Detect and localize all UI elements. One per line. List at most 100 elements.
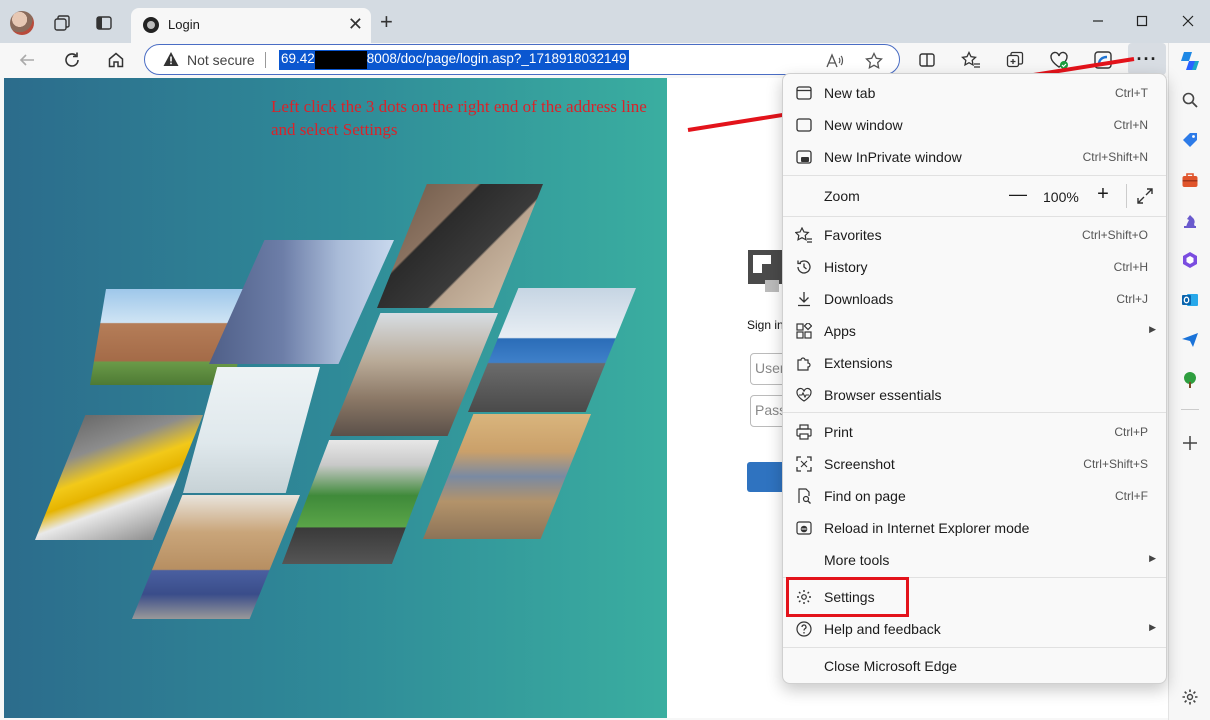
favorites-icon bbox=[795, 226, 813, 244]
office-tower-photo bbox=[209, 240, 394, 364]
zoom-in-button[interactable]: + bbox=[1093, 184, 1113, 205]
split-screen-icon[interactable] bbox=[914, 47, 940, 73]
security-status[interactable]: Not secure bbox=[187, 52, 255, 68]
menu-shortcut: Ctrl+Shift+N bbox=[1082, 150, 1148, 164]
workspaces-icon[interactable] bbox=[50, 11, 74, 35]
menu-new-inprivate[interactable]: New InPrivate window Ctrl+Shift+N bbox=[783, 141, 1166, 173]
favorite-star-icon[interactable] bbox=[864, 51, 884, 71]
menu-label: Close Microsoft Edge bbox=[824, 658, 958, 674]
ie-mode-icon bbox=[795, 519, 813, 537]
menu-label: New tab bbox=[824, 85, 876, 101]
menu-zoom: Zoom — 100% + bbox=[783, 180, 1166, 212]
new-window-icon bbox=[795, 116, 813, 134]
collections-icon[interactable] bbox=[1002, 47, 1028, 73]
menu-label: Print bbox=[824, 424, 853, 440]
window-close-icon[interactable] bbox=[1168, 8, 1208, 34]
menu-label: Favorites bbox=[824, 227, 882, 243]
menu-separator bbox=[783, 216, 1166, 217]
menu-favorites[interactable]: Favorites Ctrl+Shift+O bbox=[783, 219, 1166, 251]
copilot-icon[interactable] bbox=[1178, 49, 1202, 73]
address-divider bbox=[265, 52, 266, 68]
menu-new-tab[interactable]: New tab Ctrl+T bbox=[783, 77, 1166, 109]
read-aloud-icon[interactable] bbox=[825, 51, 845, 71]
menu-separator bbox=[783, 412, 1166, 413]
site-favicon-icon bbox=[143, 17, 159, 33]
hospital-hall-photo bbox=[183, 367, 320, 493]
right-sidebar bbox=[1168, 43, 1210, 720]
menu-more-tools[interactable]: More tools ▶ bbox=[783, 544, 1166, 576]
submenu-arrow-icon: ▶ bbox=[1149, 553, 1156, 563]
warning-icon[interactable] bbox=[163, 51, 179, 67]
menu-screenshot[interactable]: Screenshot Ctrl+Shift+S bbox=[783, 448, 1166, 480]
performance-icon[interactable] bbox=[1046, 47, 1072, 73]
extension-icon[interactable] bbox=[1090, 47, 1116, 73]
favorites-icon[interactable] bbox=[958, 47, 984, 73]
menu-print[interactable]: Print Ctrl+P bbox=[783, 416, 1166, 448]
menu-label: Zoom bbox=[824, 188, 860, 204]
menu-label: History bbox=[824, 259, 868, 275]
apps-icon bbox=[795, 322, 813, 340]
tree-icon[interactable] bbox=[1180, 370, 1200, 390]
menu-history[interactable]: History Ctrl+H bbox=[783, 251, 1166, 283]
menu-label: Find on page bbox=[824, 488, 906, 504]
outlook-icon[interactable] bbox=[1180, 290, 1200, 310]
close-tab-icon[interactable]: ✕ bbox=[348, 14, 363, 34]
menu-label: Screenshot bbox=[824, 456, 895, 472]
refresh-icon[interactable] bbox=[59, 47, 85, 73]
maximize-icon[interactable] bbox=[1122, 8, 1162, 34]
submenu-arrow-icon: ▶ bbox=[1149, 324, 1156, 334]
menu-shortcut: Ctrl+T bbox=[1115, 86, 1148, 100]
active-tab[interactable]: Login ✕ bbox=[131, 8, 371, 43]
url-text[interactable]: 69.42 8008/doc/page/login.asp?_1718918032… bbox=[279, 50, 629, 70]
menu-separator bbox=[783, 175, 1166, 176]
inprivate-icon bbox=[795, 148, 813, 166]
menu-close-edge[interactable]: Close Microsoft Edge bbox=[783, 650, 1166, 682]
menu-label: Downloads bbox=[824, 291, 894, 307]
send-icon[interactable] bbox=[1180, 330, 1200, 350]
find-icon bbox=[795, 487, 813, 505]
menu-label: More tools bbox=[824, 552, 890, 568]
menu-shortcut: Ctrl+J bbox=[1116, 292, 1148, 306]
menu-new-window[interactable]: New window Ctrl+N bbox=[783, 109, 1166, 141]
menu-downloads[interactable]: Downloads Ctrl+J bbox=[783, 283, 1166, 315]
profile-avatar[interactable] bbox=[10, 11, 34, 35]
tab-actions-icon[interactable] bbox=[92, 11, 116, 35]
new-tab-button[interactable]: + bbox=[380, 10, 393, 34]
address-bar[interactable]: Not secure 69.42 8008/doc/page/login.asp?… bbox=[144, 44, 900, 75]
menu-browser-essentials[interactable]: Browser essentials bbox=[783, 379, 1166, 411]
chess-icon[interactable] bbox=[1180, 210, 1200, 230]
login-logo-icon bbox=[748, 250, 782, 292]
menu-help-feedback[interactable]: Help and feedback ▶ bbox=[783, 613, 1166, 645]
menu-shortcut: Ctrl+F bbox=[1115, 489, 1148, 503]
url-prefix: 69.42 bbox=[281, 51, 315, 66]
instruction-text: Left click the 3 dots on the right end o… bbox=[271, 97, 647, 139]
back-icon[interactable] bbox=[14, 47, 40, 73]
toolbox-icon[interactable] bbox=[1180, 170, 1200, 190]
menu-shortcut: Ctrl+H bbox=[1113, 260, 1148, 274]
menu-label: Apps bbox=[824, 323, 856, 339]
menu-shortcut: Ctrl+P bbox=[1114, 425, 1148, 439]
search-icon[interactable] bbox=[1180, 90, 1200, 110]
menu-find-on-page[interactable]: Find on page Ctrl+F bbox=[783, 480, 1166, 512]
print-icon bbox=[795, 423, 813, 441]
minimize-icon[interactable] bbox=[1078, 8, 1118, 34]
fullscreen-icon[interactable] bbox=[1135, 186, 1155, 206]
office-icon[interactable] bbox=[1180, 250, 1200, 270]
navigation-toolbar: Not secure 69.42 8008/doc/page/login.asp?… bbox=[0, 43, 1210, 76]
menu-label: Browser essentials bbox=[824, 387, 942, 403]
menu-label: New InPrivate window bbox=[824, 149, 962, 165]
add-icon[interactable] bbox=[1180, 433, 1200, 453]
home-icon[interactable] bbox=[103, 47, 129, 73]
stadium-photo bbox=[282, 440, 439, 564]
menu-reload-ie[interactable]: Reload in Internet Explorer mode bbox=[783, 512, 1166, 544]
hero-panel: Left click the 3 dots on the right end o… bbox=[4, 78, 667, 718]
menu-extensions[interactable]: Extensions bbox=[783, 347, 1166, 379]
tag-icon[interactable] bbox=[1180, 130, 1200, 150]
menu-separator bbox=[783, 647, 1166, 648]
settings-icon[interactable] bbox=[1180, 687, 1200, 707]
zoom-out-button[interactable]: — bbox=[1008, 185, 1028, 205]
screenshot-icon bbox=[795, 455, 813, 473]
menu-apps[interactable]: Apps ▶ bbox=[783, 315, 1166, 347]
more-icon[interactable]: ··· bbox=[1128, 43, 1166, 75]
menu-shortcut: Ctrl+Shift+S bbox=[1083, 457, 1148, 471]
